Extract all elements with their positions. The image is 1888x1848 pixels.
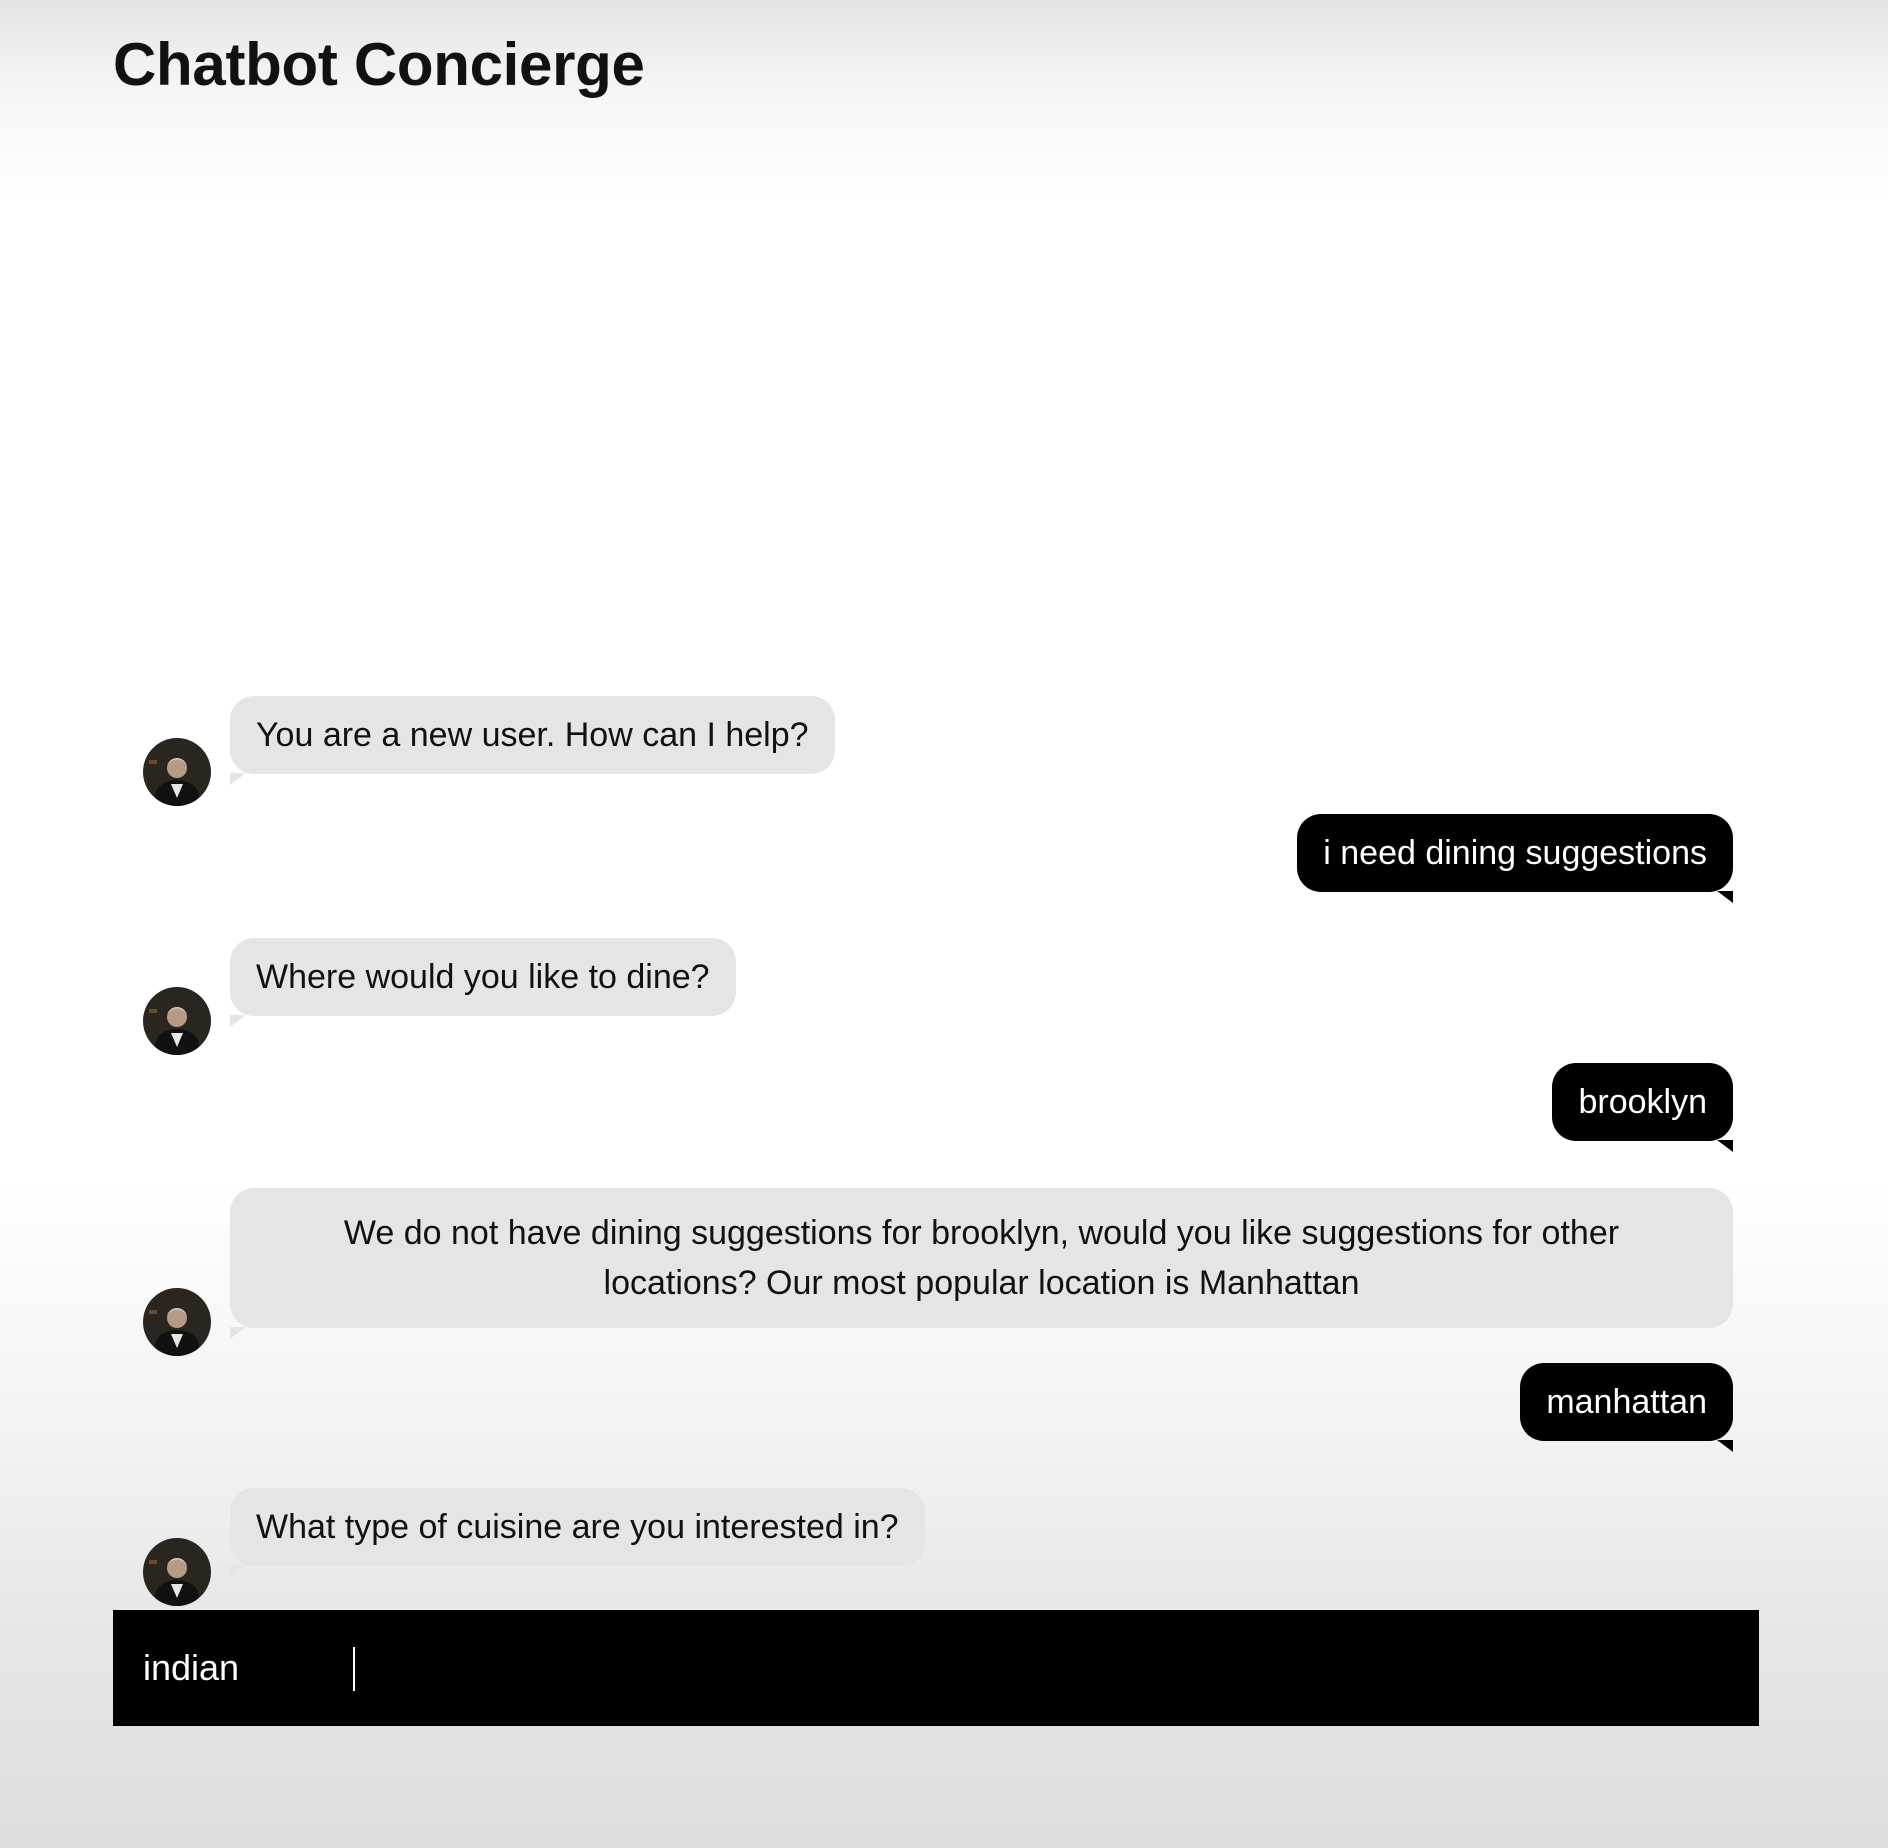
concierge-avatar-icon <box>143 738 211 806</box>
chat-window[interactable]: You are a new user. How can I help? i ne… <box>0 0 1888 1848</box>
user-message-bubble: manhattan <box>1520 1363 1733 1452</box>
text-caret <box>353 1647 355 1691</box>
bot-message-bubble: Where would you like to dine? <box>230 938 736 1027</box>
bot-message-bubble: We do not have dining suggestions for br… <box>230 1188 1733 1339</box>
bot-message-bubble: You are a new user. How can I help? <box>230 696 835 785</box>
message-input[interactable] <box>113 1610 1759 1726</box>
concierge-avatar-icon <box>143 987 211 1055</box>
user-message-bubble: i need dining suggestions <box>1297 814 1733 903</box>
message-composer[interactable] <box>113 1610 1759 1726</box>
concierge-avatar-icon <box>143 1538 211 1606</box>
concierge-avatar-icon <box>143 1288 211 1356</box>
user-message-bubble: brooklyn <box>1552 1063 1733 1152</box>
bot-message-bubble: What type of cuisine are you interested … <box>230 1488 925 1577</box>
